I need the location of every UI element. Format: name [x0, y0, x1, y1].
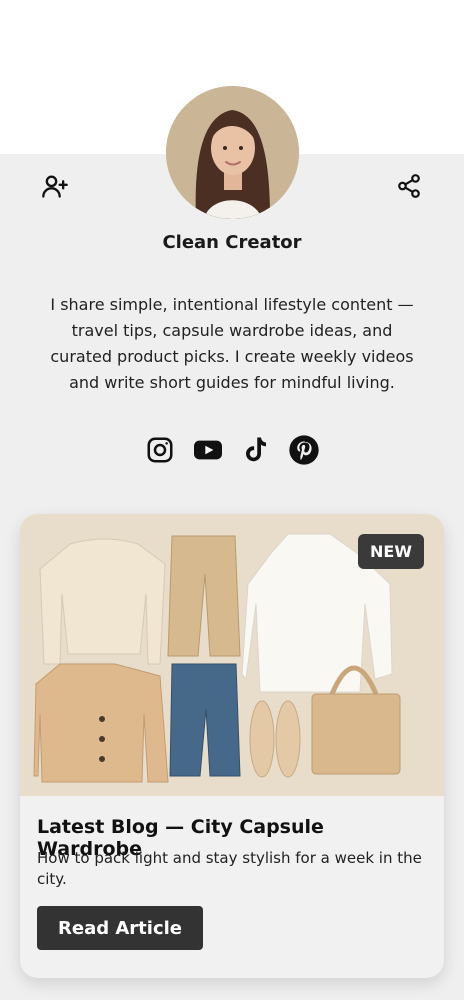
add-user-button[interactable] — [37, 168, 73, 204]
share-button[interactable] — [391, 168, 427, 204]
pinterest-link[interactable] — [288, 434, 320, 466]
blog-description: How to pack light and stay stylish for a… — [37, 849, 422, 888]
instagram-link[interactable] — [144, 434, 176, 466]
tiktok-icon — [246, 437, 266, 462]
read-article-button[interactable]: Read Article — [37, 906, 203, 950]
profile-bio: I share simple, intentional lifestyle co… — [50, 295, 414, 392]
avatar[interactable] — [166, 86, 299, 219]
instagram-icon — [147, 437, 173, 463]
pinterest-icon — [289, 435, 319, 465]
blog-card[interactable]: NEW Latest Blog — City Capsule Wardrobe … — [20, 514, 444, 978]
profile-name: Clean Creator — [162, 232, 302, 253]
social-links — [144, 432, 320, 468]
avatar-portrait — [166, 86, 299, 219]
new-badge: NEW — [358, 534, 424, 569]
add-user-icon — [42, 175, 68, 198]
youtube-link[interactable] — [192, 434, 224, 466]
tiktok-link[interactable] — [240, 434, 272, 466]
youtube-icon — [194, 440, 222, 460]
share-icon — [398, 174, 420, 198]
